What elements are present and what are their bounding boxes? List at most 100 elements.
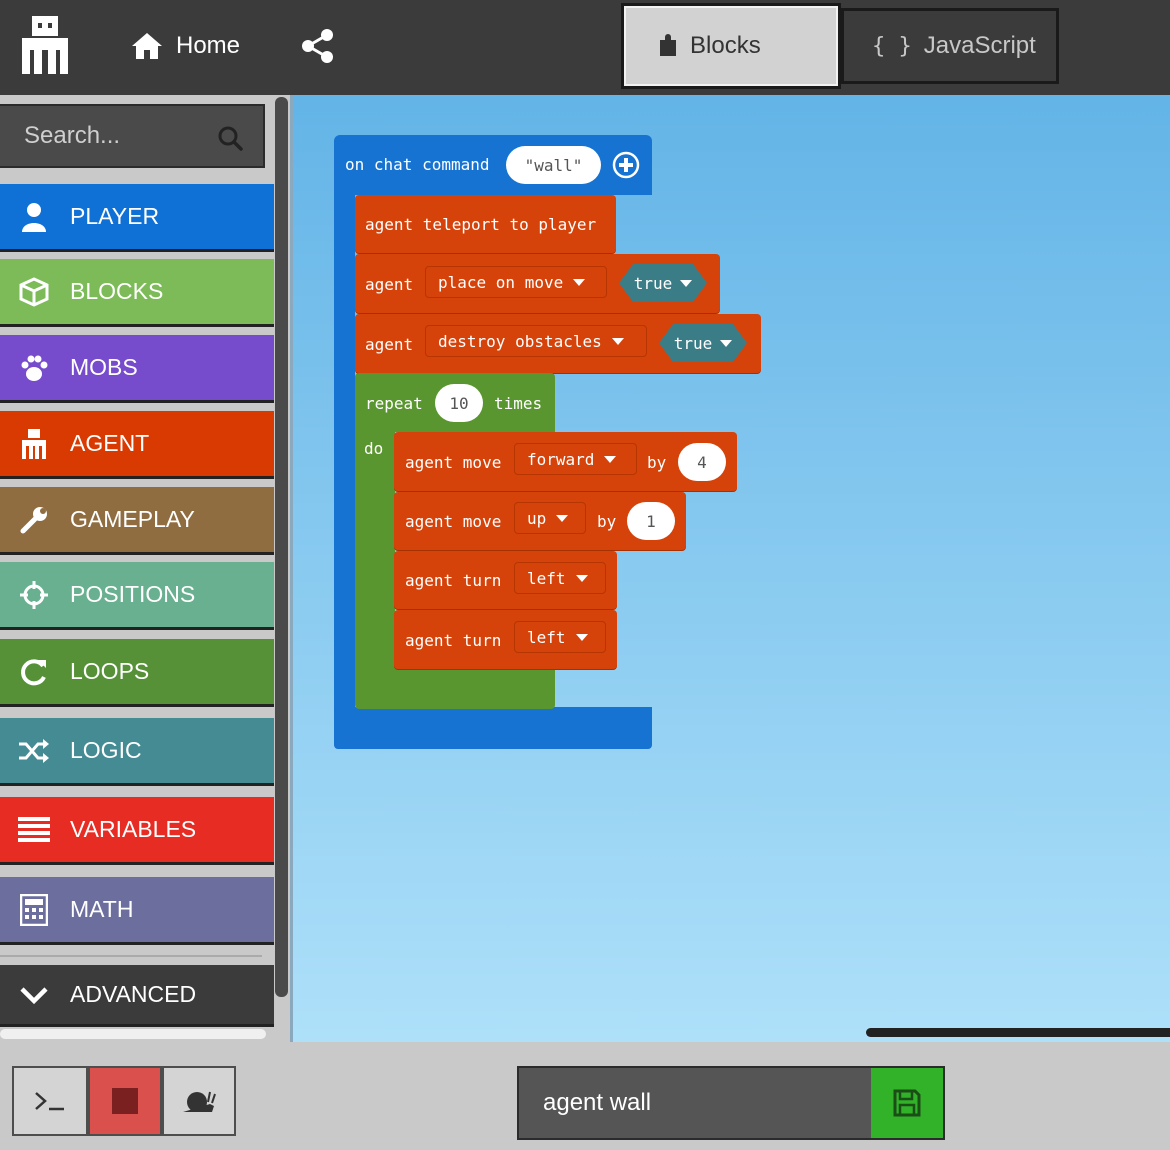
- agent-turn-label: agent turn: [405, 631, 502, 650]
- shuffle-icon: [18, 735, 50, 767]
- dropdown-caret-icon: [720, 340, 732, 347]
- dropdown-value: place on move: [438, 272, 564, 292]
- move-amount[interactable]: 4: [678, 443, 726, 481]
- stop-button[interactable]: [88, 1066, 162, 1136]
- agent-turn-label: agent turn: [405, 571, 502, 590]
- dropdown-caret-icon: [604, 455, 617, 463]
- blocks-workspace[interactable]: on chat command "wall" agent teleport to…: [290, 95, 1170, 1042]
- workspace-horizontal-scrollbar[interactable]: [866, 1028, 1170, 1037]
- category-advanced[interactable]: ADVANCED: [0, 965, 274, 1027]
- dropdown-value: forward: [527, 449, 595, 469]
- tab-javascript[interactable]: { } JavaScript: [841, 8, 1059, 84]
- calculator-icon: [18, 893, 50, 926]
- person-icon: [18, 201, 50, 233]
- save-icon: [893, 1089, 921, 1117]
- agent-icon: [18, 428, 50, 460]
- tab-blocks[interactable]: Blocks: [621, 3, 841, 89]
- agent-label: agent: [365, 275, 414, 294]
- project-name-box: [517, 1066, 945, 1140]
- agent-move-label: agent move: [405, 453, 502, 472]
- category-math[interactable]: MATH: [0, 877, 274, 945]
- destroy-obstacles-dropdown[interactable]: destroy obstacles: [425, 325, 647, 357]
- boolean-value: true: [673, 333, 713, 353]
- add-parameter-icon[interactable]: [612, 151, 640, 179]
- tab-javascript-label: JavaScript: [923, 32, 1036, 59]
- repeat-count[interactable]: 10: [435, 384, 483, 422]
- toolbox-sidebar: PLAYER BLOCKS MOBS AGENT GAMEPLAY POSITI…: [0, 95, 290, 1042]
- category-logic[interactable]: LOGIC: [0, 718, 274, 786]
- boolean-value: true: [633, 273, 673, 293]
- destroy-obstacles-boolean[interactable]: true: [659, 324, 747, 362]
- move-direction-dropdown[interactable]: up: [514, 502, 586, 534]
- dropdown-caret-icon: [573, 278, 586, 286]
- repeat-block-stem: [355, 431, 395, 671]
- sidebar-horizontal-scrollbar[interactable]: [0, 1029, 266, 1039]
- move-amount[interactable]: 1: [627, 502, 675, 540]
- category-label: MATH: [70, 896, 134, 922]
- place-on-move-dropdown[interactable]: place on move: [425, 266, 607, 298]
- project-name-input[interactable]: [543, 1068, 863, 1138]
- agent-move-label: agent move: [405, 512, 502, 531]
- category-player[interactable]: PLAYER: [0, 184, 274, 252]
- turn-direction-dropdown[interactable]: left: [514, 621, 606, 653]
- repeat-block-bottom: [355, 669, 555, 709]
- snail-icon: [183, 1091, 216, 1112]
- agent-label: agent: [365, 335, 414, 354]
- move-direction-dropdown[interactable]: forward: [514, 443, 637, 475]
- crosshair-icon: [18, 579, 50, 611]
- category-label: VARIABLES: [70, 816, 197, 842]
- category-label: PLAYER: [70, 203, 160, 229]
- place-on-move-boolean[interactable]: true: [619, 264, 707, 302]
- chevron-down-icon: [18, 979, 50, 1011]
- share-icon[interactable]: [298, 26, 338, 66]
- search-icon[interactable]: [217, 125, 243, 151]
- dropdown-caret-icon: [575, 633, 588, 641]
- dropdown-value: left: [527, 627, 566, 647]
- category-label: MOBS: [70, 354, 138, 380]
- category-variables[interactable]: VARIABLES: [0, 797, 274, 865]
- category-blocks[interactable]: BLOCKS: [0, 259, 274, 327]
- category-label: LOGIC: [70, 737, 142, 763]
- category-gameplay[interactable]: GAMEPLAY: [0, 487, 274, 555]
- category-mobs[interactable]: MOBS: [0, 335, 274, 403]
- dropdown-value: left: [527, 568, 566, 588]
- sidebar-scrollbar[interactable]: [275, 97, 288, 997]
- list-icon: [18, 814, 50, 846]
- dropdown-caret-icon: [575, 574, 588, 582]
- cube-icon: [18, 276, 50, 308]
- repeat-times-label: times: [494, 394, 543, 413]
- chat-command-value[interactable]: "wall": [506, 146, 601, 184]
- home-icon: [132, 33, 162, 59]
- search-box[interactable]: [0, 104, 265, 168]
- turn-direction-dropdown[interactable]: left: [514, 562, 606, 594]
- minecraft-logo-icon[interactable]: [22, 16, 68, 74]
- category-positions[interactable]: POSITIONS: [0, 562, 274, 630]
- dropdown-caret-icon: [611, 337, 624, 345]
- category-label: BLOCKS: [70, 278, 164, 304]
- slow-mode-button[interactable]: [162, 1066, 236, 1136]
- console-button[interactable]: [12, 1066, 88, 1136]
- category-agent[interactable]: AGENT: [0, 411, 274, 479]
- dropdown-caret-icon: [556, 514, 569, 522]
- repeat-do-label: do: [364, 439, 384, 458]
- by-label: by: [647, 453, 667, 472]
- category-label: ADVANCED: [70, 981, 197, 1007]
- dropdown-value: up: [527, 508, 547, 528]
- paw-icon: [18, 352, 50, 384]
- search-input[interactable]: [24, 122, 204, 150]
- agent-teleport-label: agent teleport to player: [365, 215, 597, 234]
- category-loops[interactable]: LOOPS: [0, 639, 274, 707]
- category-label: POSITIONS: [70, 581, 196, 607]
- home-button[interactable]: Home: [130, 26, 240, 66]
- category-label: AGENT: [70, 430, 150, 456]
- stop-icon: [112, 1088, 138, 1114]
- dropdown-value: destroy obstacles: [438, 331, 602, 351]
- wrench-icon: [18, 504, 50, 536]
- by-label: by: [597, 512, 617, 531]
- category-label: GAMEPLAY: [70, 506, 195, 532]
- category-label: LOOPS: [70, 658, 150, 684]
- top-bar: Home Blocks { } JavaScript: [0, 0, 1170, 95]
- terminal-icon: [35, 1092, 64, 1111]
- event-block-stem: [334, 195, 355, 715]
- save-button[interactable]: [871, 1068, 943, 1138]
